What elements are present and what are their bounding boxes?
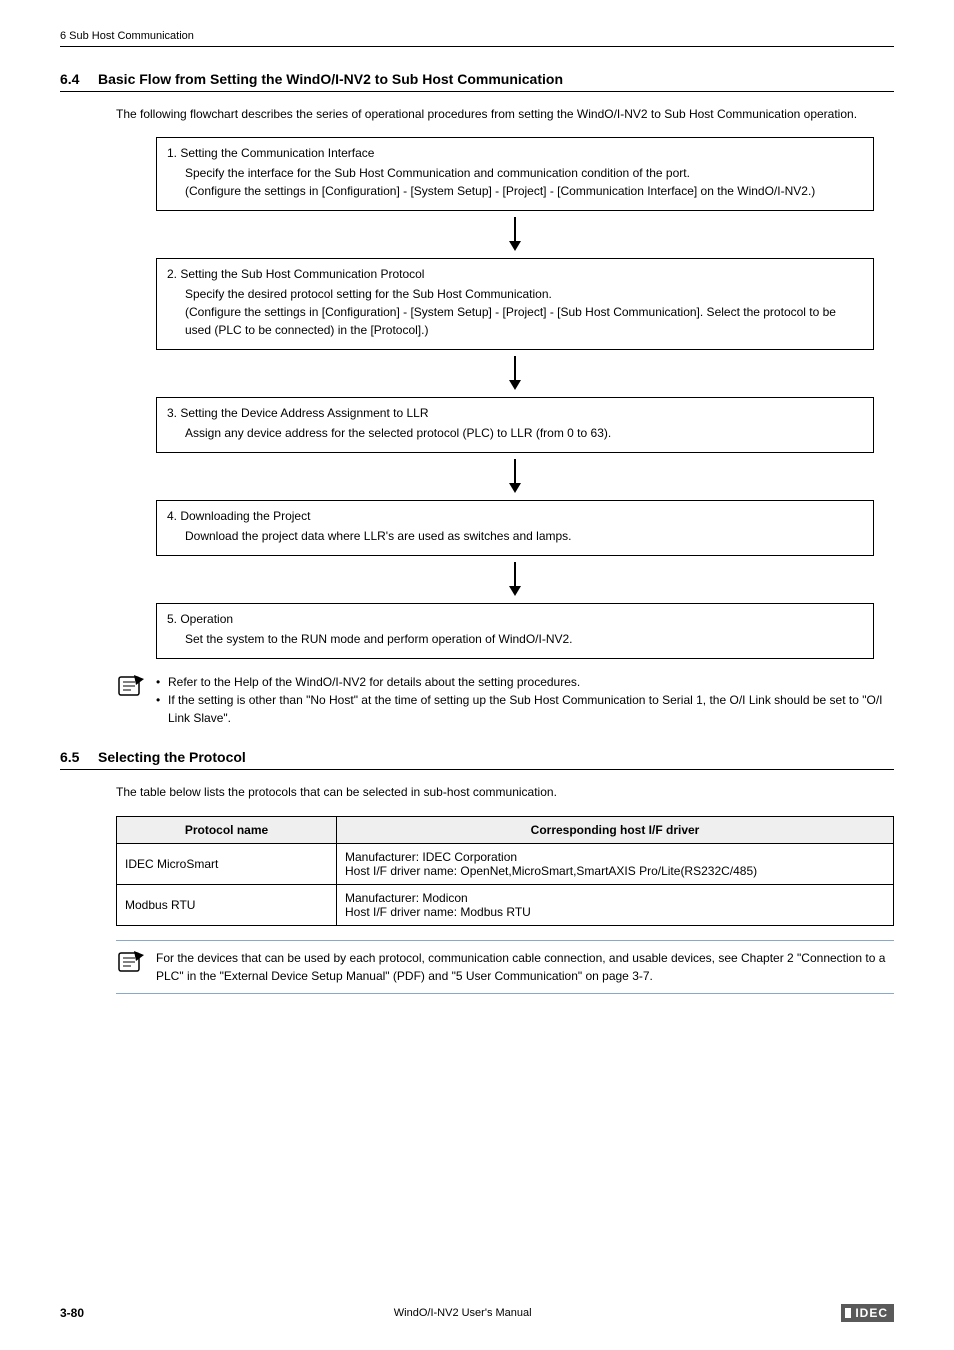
idec-logo: IDEC (841, 1304, 894, 1322)
flow-step-2: 2. Setting the Sub Host Communication Pr… (156, 258, 874, 350)
note-icon (116, 673, 146, 699)
cell-protocol-name: Modbus RTU (117, 884, 337, 925)
page-header: 6 Sub Host Communication (60, 30, 894, 47)
arrow-down-icon (507, 459, 523, 493)
flow-arrow (156, 350, 874, 397)
section-intro-6-4: The following flowchart describes the se… (116, 106, 894, 123)
page-footer: 3-80 WindO/I-NV2 User's Manual IDEC (60, 1304, 894, 1322)
flow-arrow (156, 453, 874, 500)
flow-arrow (156, 211, 874, 258)
flow-step-title: 3. Setting the Device Address Assignment… (167, 404, 863, 422)
protocol-table-wrap: Protocol name Corresponding host I/F dri… (116, 816, 894, 926)
flow-step-body: Specify the desired protocol setting for… (167, 285, 863, 339)
arrow-down-icon (507, 562, 523, 596)
page-number: 3-80 (60, 1306, 84, 1320)
cell-driver: Manufacturer: ModiconHost I/F driver nam… (337, 884, 894, 925)
section-title: Selecting the Protocol (98, 749, 246, 765)
cell-driver: Manufacturer: IDEC CorporationHost I/F d… (337, 843, 894, 884)
section-heading-6-4: 6.4 Basic Flow from Setting the WindO/I-… (60, 71, 894, 92)
col-header-driver: Corresponding host I/F driver (337, 816, 894, 843)
flow-arrow (156, 556, 874, 603)
breadcrumb: 6 Sub Host Communication (60, 30, 194, 42)
note-text: Refer to the Help of the WindO/I-NV2 for… (168, 673, 580, 691)
section-intro-6-5: The table below lists the protocols that… (116, 784, 894, 801)
flow-step-body: Download the project data where LLR's ar… (167, 527, 863, 545)
flow-step-body: Assign any device address for the select… (167, 424, 863, 442)
section-heading-6-5: 6.5 Selecting the Protocol (60, 749, 894, 770)
flow-step-5: 5. Operation Set the system to the RUN m… (156, 603, 874, 659)
arrow-down-icon (507, 356, 523, 390)
note-text: If the setting is other than "No Host" a… (168, 691, 894, 727)
note-text: For the devices that can be used by each… (156, 949, 894, 985)
flow-step-3: 3. Setting the Device Address Assignment… (156, 397, 874, 453)
table-header-row: Protocol name Corresponding host I/F dri… (117, 816, 894, 843)
arrow-down-icon (507, 217, 523, 251)
section-num: 6.5 (60, 749, 98, 765)
table-row: Modbus RTU Manufacturer: ModiconHost I/F… (117, 884, 894, 925)
section-title: Basic Flow from Setting the WindO/I-NV2 … (98, 71, 563, 87)
flow-step-body: Specify the interface for the Sub Host C… (167, 164, 863, 200)
flow-step-4: 4. Downloading the Project Download the … (156, 500, 874, 556)
note-block-6-4: •Refer to the Help of the WindO/I-NV2 fo… (116, 673, 894, 727)
bullet-dot: • (156, 673, 168, 691)
flow-step-title: 5. Operation (167, 610, 863, 628)
cell-protocol-name: IDEC MicroSmart (117, 843, 337, 884)
protocol-table: Protocol name Corresponding host I/F dri… (116, 816, 894, 926)
flow-step-title: 2. Setting the Sub Host Communication Pr… (167, 265, 863, 283)
table-row: IDEC MicroSmart Manufacturer: IDEC Corpo… (117, 843, 894, 884)
footer-title: WindO/I-NV2 User's Manual (394, 1307, 532, 1319)
bullet-dot: • (156, 691, 168, 727)
flowchart: 1. Setting the Communication Interface S… (156, 137, 874, 659)
flow-step-title: 4. Downloading the Project (167, 507, 863, 525)
flow-step-title: 1. Setting the Communication Interface (167, 144, 863, 162)
flow-step-1: 1. Setting the Communication Interface S… (156, 137, 874, 211)
col-header-protocol: Protocol name (117, 816, 337, 843)
section-num: 6.4 (60, 71, 98, 87)
note-icon (116, 949, 146, 975)
note-block-6-5: For the devices that can be used by each… (116, 940, 894, 994)
flow-step-body: Set the system to the RUN mode and perfo… (167, 630, 863, 648)
